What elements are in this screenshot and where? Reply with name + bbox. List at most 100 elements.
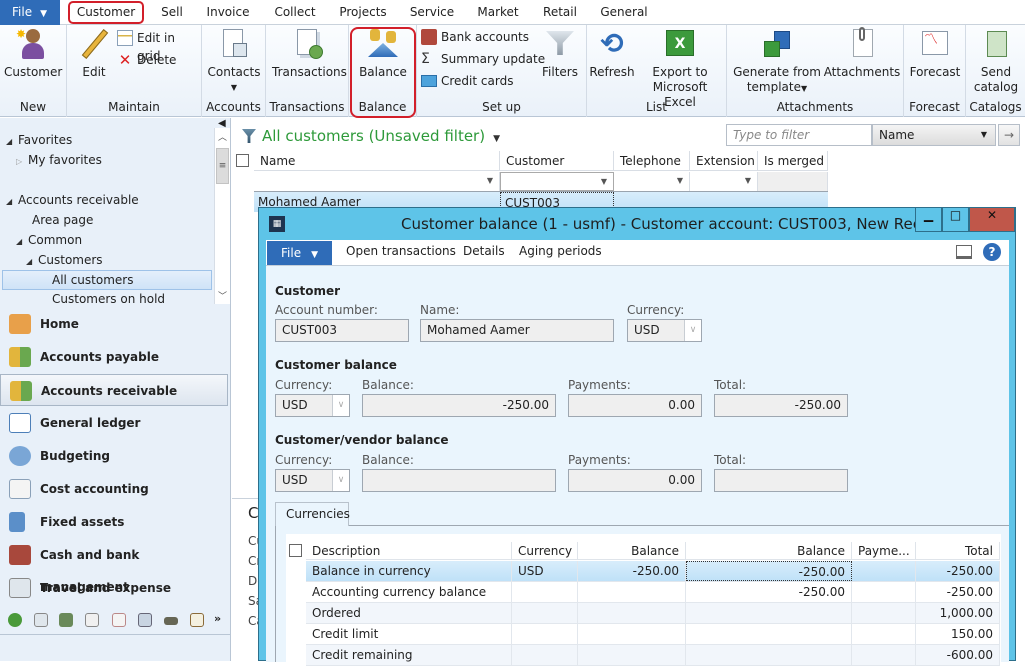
cb-payments-field[interactable]: 0.00 bbox=[568, 394, 702, 417]
column-header-customer-account[interactable]: Customer account bbox=[500, 151, 614, 188]
forecast-button[interactable]: 〽 Forecast bbox=[906, 27, 964, 80]
column-header-currency[interactable]: Currency bbox=[512, 542, 578, 560]
dialog-file-menu[interactable]: File ▼ bbox=[267, 241, 332, 265]
open-transactions-button[interactable]: Open transactions bbox=[346, 244, 456, 258]
cv-payments-field[interactable]: 0.00 bbox=[568, 469, 702, 492]
module-general-ledger[interactable]: General ledger bbox=[0, 407, 228, 439]
window-icon[interactable] bbox=[138, 613, 152, 627]
table-row[interactable]: Balance in currency USD -250.00 -250.00 … bbox=[306, 561, 1000, 582]
cb-total-field[interactable]: -250.00 bbox=[714, 394, 848, 417]
column-header-balance[interactable]: Balance bbox=[686, 542, 852, 560]
cv-currency-select[interactable]: USD ∨ bbox=[275, 469, 350, 492]
column-header-description[interactable]: Description bbox=[306, 542, 512, 560]
nav-tree-scrollbar[interactable]: ︿ ≡ ﹀ bbox=[214, 128, 230, 304]
hr-icon[interactable] bbox=[34, 613, 48, 627]
people-icon[interactable] bbox=[59, 613, 73, 627]
table-row[interactable]: Ordered 1,000.00 bbox=[306, 603, 1000, 624]
checklist-icon[interactable] bbox=[85, 613, 99, 627]
filter-cell-telephone[interactable]: ▼ bbox=[614, 172, 690, 191]
column-header-balance-currency[interactable]: Balance currency bbox=[578, 542, 686, 576]
tree-node-area-page[interactable]: Area page bbox=[32, 210, 93, 230]
tab-general[interactable]: General bbox=[596, 0, 652, 25]
new-customer-button[interactable]: ✸ Customer bbox=[4, 27, 62, 80]
select-all-checkbox[interactable] bbox=[289, 544, 302, 557]
generate-from-template-button[interactable]: Generate from template▼ bbox=[731, 27, 823, 96]
module-home[interactable]: Home bbox=[0, 308, 228, 340]
module-budgeting[interactable]: Budgeting bbox=[0, 440, 228, 472]
currency-select[interactable]: USD ∨ bbox=[627, 319, 702, 342]
file-menu-button[interactable]: File ▼ bbox=[0, 0, 60, 25]
tree-node-accounts-receivable[interactable]: ◢ Accounts receivable bbox=[6, 190, 139, 210]
cv-total-field[interactable] bbox=[714, 469, 848, 492]
minimize-button[interactable]: ▁ bbox=[915, 208, 942, 232]
attachments-button[interactable]: Attachments bbox=[823, 27, 901, 80]
tab-customer[interactable]: Customer bbox=[68, 1, 144, 24]
document-icon[interactable] bbox=[112, 613, 126, 627]
dialog-title-bar[interactable]: ▦ Customer balance (1 - usmf) - Customer… bbox=[259, 208, 1015, 240]
clipboard-icon[interactable] bbox=[190, 613, 204, 627]
more-modules-icon[interactable]: » bbox=[214, 612, 221, 625]
scroll-down-icon[interactable]: ﹀ bbox=[218, 289, 227, 302]
transactions-button[interactable]: Transactions bbox=[272, 27, 347, 80]
table-row[interactable]: Credit limit 150.00 bbox=[306, 624, 1000, 645]
table-row[interactable]: Credit remaining -600.00 bbox=[306, 645, 1000, 666]
tab-projects[interactable]: Projects bbox=[334, 0, 392, 25]
summary-update-button[interactable]: Σ Summary update bbox=[421, 50, 545, 68]
select-all-checkbox[interactable] bbox=[236, 154, 249, 167]
column-header-payments[interactable]: Payme... bbox=[852, 542, 916, 560]
tree-node-customers[interactable]: ◢ Customers bbox=[26, 250, 103, 270]
contacts-button[interactable]: Contacts ▼ bbox=[206, 27, 262, 95]
table-row[interactable]: Accounting currency balance -250.00 -250… bbox=[306, 582, 1000, 603]
name-field[interactable]: Mohamed Aamer bbox=[420, 319, 614, 342]
module-fixed-assets[interactable]: Fixed assets bbox=[0, 506, 228, 538]
tab-market[interactable]: Market bbox=[470, 0, 526, 25]
tree-node-my-favorites[interactable]: ▷ My favorites bbox=[16, 150, 102, 170]
module-accounts-payable[interactable]: Accounts payable bbox=[0, 341, 228, 373]
module-cost-accounting[interactable]: Cost accounting bbox=[0, 473, 228, 505]
tab-collect[interactable]: Collect bbox=[266, 0, 324, 25]
refresh-button[interactable]: ⟲ Refresh bbox=[589, 27, 635, 80]
details-button[interactable]: Details bbox=[463, 244, 505, 258]
tree-node-all-customers[interactable]: All customers bbox=[52, 270, 133, 290]
filter-cell-extension[interactable]: ▼ bbox=[690, 172, 758, 191]
scroll-up-icon[interactable]: ︿ bbox=[218, 130, 227, 143]
truck-icon[interactable] bbox=[164, 617, 178, 625]
column-header-name[interactable]: Name bbox=[254, 151, 500, 171]
cb-currency-select[interactable]: USD ∨ bbox=[275, 394, 350, 417]
column-header-telephone[interactable]: Telephone bbox=[614, 151, 690, 171]
globe-icon[interactable] bbox=[8, 613, 22, 627]
edit-in-grid-button[interactable]: Edit in grid bbox=[117, 29, 201, 63]
list-title[interactable]: All customers (Unsaved filter) ▼ bbox=[262, 127, 500, 145]
maximize-button[interactable]: □ bbox=[942, 208, 969, 232]
credit-cards-button[interactable]: Credit cards bbox=[421, 72, 513, 90]
close-button[interactable]: ✕ bbox=[969, 208, 1015, 232]
apply-filter-arrow-icon[interactable]: → bbox=[998, 124, 1020, 146]
tab-retail[interactable]: Retail bbox=[537, 0, 583, 25]
cb-balance-field[interactable]: -250.00 bbox=[362, 394, 556, 417]
tree-node-favorites[interactable]: ◢ Favorites bbox=[6, 130, 72, 150]
module-cash-and-bank[interactable]: Cash and bank management bbox=[0, 539, 228, 594]
tree-node-common[interactable]: ◢ Common bbox=[16, 230, 82, 250]
quick-filter-input[interactable]: Type to filter bbox=[726, 124, 872, 146]
filter-field-select[interactable]: Name ▼ bbox=[872, 124, 996, 146]
filter-cell-name[interactable]: ▼ bbox=[254, 172, 500, 191]
export-to-excel-button[interactable]: X Export to Microsoft Excel bbox=[635, 27, 725, 110]
filters-button[interactable]: Filters bbox=[537, 27, 583, 80]
help-icon[interactable]: ? bbox=[983, 243, 1001, 261]
module-travel-and-expense[interactable]: Travel and expense bbox=[0, 572, 228, 604]
column-header-is-merged[interactable]: Is merged bbox=[758, 151, 828, 171]
bank-accounts-button[interactable]: Bank accounts bbox=[421, 28, 529, 46]
account-number-field[interactable]: CUST003 bbox=[275, 319, 409, 342]
column-header-extension[interactable]: Extension bbox=[690, 151, 758, 171]
filter-cell-customer-account[interactable]: ▼ bbox=[500, 172, 614, 191]
aging-periods-button[interactable]: Aging periods bbox=[519, 244, 602, 258]
tree-node-customers-on-hold[interactable]: Customers on hold bbox=[52, 290, 165, 304]
layout-toggle-icon[interactable] bbox=[956, 245, 972, 259]
tab-currencies[interactable]: Currencies bbox=[275, 502, 350, 526]
cv-balance-field[interactable] bbox=[362, 469, 556, 492]
tab-sell[interactable]: Sell bbox=[154, 0, 190, 25]
tab-invoice[interactable]: Invoice bbox=[200, 0, 256, 25]
scrollbar-thumb[interactable]: ≡ bbox=[216, 148, 229, 184]
module-accounts-receivable[interactable]: Accounts receivable bbox=[0, 374, 228, 406]
send-catalog-button[interactable]: Send catalog bbox=[968, 27, 1024, 95]
